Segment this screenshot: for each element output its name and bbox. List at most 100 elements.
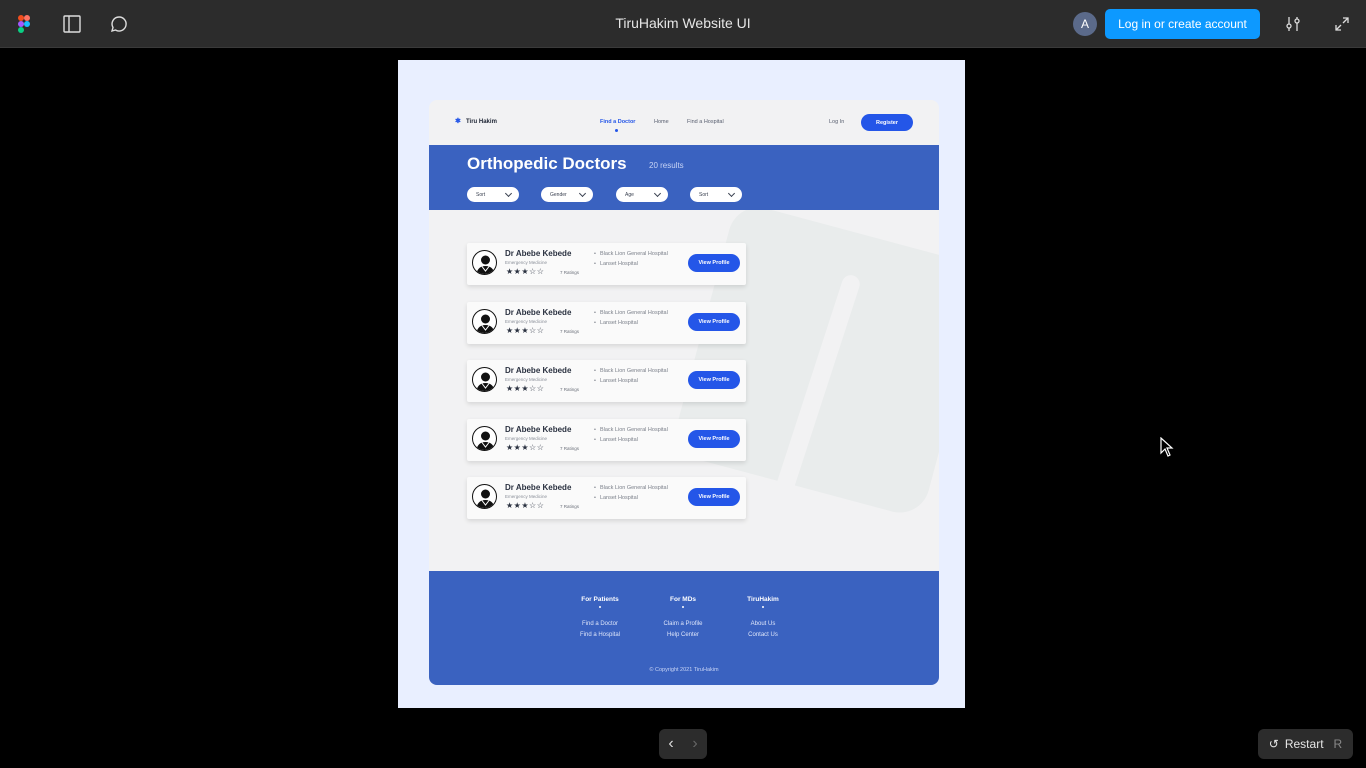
doctor-avatar (472, 309, 497, 334)
comment-icon[interactable] (107, 12, 131, 36)
hospital-item: Lanset Hospital (594, 261, 638, 267)
hospital-item: Black Lion General Hospital (594, 368, 668, 374)
active-indicator (615, 129, 618, 132)
restart-button[interactable]: ↺ Restart R (1258, 729, 1353, 759)
prototype-frame: ✱ Tiru Hakim Find a Doctor Home Find a H… (398, 60, 965, 708)
footer-heading: TiruHakim (747, 596, 779, 603)
footer-heading-dot (762, 606, 764, 608)
view-profile-button[interactable]: View Profile (688, 371, 740, 389)
star-rating-icon: ★★★☆☆ (506, 384, 545, 393)
doctor-specialty: Emergency Medicine (505, 436, 548, 441)
doctor-specialty: Emergency Medicine (505, 319, 548, 324)
filter-gender-dropdown[interactable]: Gender (541, 187, 593, 202)
ratings-count: 7 Ratings (560, 270, 580, 275)
filter-sort-dropdown[interactable]: Sort (467, 187, 519, 202)
view-profile-button[interactable]: View Profile (688, 313, 740, 331)
filter-label: Sort (476, 191, 486, 198)
chevron-down-icon (653, 189, 662, 197)
site-logo[interactable]: ✱ Tiru Hakim (455, 118, 497, 125)
view-profile-button[interactable]: View Profile (688, 430, 740, 448)
view-profile-button[interactable]: View Profile (688, 488, 740, 506)
hospital-item: Lanset Hospital (594, 320, 638, 326)
login-or-create-account-button[interactable]: Log in or create account (1105, 9, 1260, 39)
footer-link[interactable]: Claim a Profile (643, 621, 723, 627)
filter-label: Gender (550, 191, 567, 198)
footer-link[interactable]: Find a Hospital (560, 632, 640, 638)
website-page: ✱ Tiru Hakim Find a Doctor Home Find a H… (429, 100, 939, 685)
logo-icon: ✱ (455, 118, 461, 125)
doctor-specialty: Emergency Medicine (505, 260, 548, 265)
results-count: 20 results (649, 161, 684, 170)
nav-login[interactable]: Log In (829, 119, 844, 125)
settings-sliders-icon[interactable] (1281, 12, 1305, 36)
footer-heading-dot (599, 606, 601, 608)
doctor-card[interactable]: Dr Abebe Kebede Emergency Medicine ★★★☆☆ 7 … (467, 302, 746, 344)
star-rating-icon: ★★★☆☆ (506, 443, 545, 452)
next-frame-button[interactable]: › (692, 735, 697, 753)
star-rating-icon: ★★★☆☆ (506, 501, 545, 510)
star-rating-icon: ★★★☆☆ (506, 326, 545, 335)
restart-label: Restart (1284, 737, 1324, 751)
doctor-card[interactable]: Dr Abebe Kebede Emergency Medicine ★★★☆☆ 7 … (467, 360, 746, 402)
doctor-name[interactable]: Dr Abebe Kebede (505, 483, 571, 492)
doctor-name[interactable]: Dr Abebe Kebede (505, 366, 571, 375)
chevron-down-icon (504, 189, 513, 197)
user-avatar[interactable]: A (1073, 12, 1097, 36)
ratings-count: 7 Ratings (560, 387, 580, 392)
footer-column-patients: For Patients Find a Doctor Find a Hospit… (560, 596, 640, 643)
sidebar-toggle-icon[interactable] (60, 12, 84, 36)
star-rating-icon: ★★★☆☆ (506, 267, 545, 276)
filter-sort-2-dropdown[interactable]: Sort (690, 187, 742, 202)
filter-age-dropdown[interactable]: Age (616, 187, 668, 202)
hospital-item: Lanset Hospital (594, 378, 638, 384)
doctor-name[interactable]: Dr Abebe Kebede (505, 425, 571, 434)
doctor-card[interactable]: Dr Abebe Kebede Emergency Medicine ★★★☆☆ 7 … (467, 243, 746, 285)
logo-text: Tiru Hakim (466, 118, 497, 125)
filter-label: Sort (699, 191, 709, 198)
hospital-item: Black Lion General Hospital (594, 485, 668, 491)
figma-toolbar: TiruHakim Website UI A Log in or create … (0, 0, 1366, 48)
ratings-count: 7 Ratings (560, 329, 580, 334)
hospital-item: Black Lion General Hospital (594, 251, 668, 257)
register-button[interactable]: Register (861, 114, 913, 131)
doctor-specialty: Emergency Medicine (505, 377, 548, 382)
results-header: Orthopedic Doctors 20 results Sort Gende… (429, 145, 939, 210)
doctor-card[interactable]: Dr Abebe Kebede Emergency Medicine ★★★☆☆ 7 … (467, 419, 746, 461)
footer-link[interactable]: Find a Doctor (560, 621, 640, 627)
filter-label: Age (625, 191, 634, 198)
footer-link[interactable]: About Us (723, 621, 803, 627)
hospital-item: Black Lion General Hospital (594, 427, 668, 433)
doctor-name[interactable]: Dr Abebe Kebede (505, 308, 571, 317)
expand-icon[interactable] (1330, 12, 1354, 36)
doctor-name[interactable]: Dr Abebe Kebede (505, 249, 571, 258)
nav-find-a-hospital[interactable]: Find a Hospital (687, 119, 724, 125)
doctor-avatar (472, 250, 497, 275)
nav-home[interactable]: Home (654, 119, 669, 125)
restart-shortcut-key: R (1333, 737, 1343, 751)
mouse-cursor-icon (1160, 437, 1174, 457)
hospital-item: Lanset Hospital (594, 437, 638, 443)
nav-find-a-doctor[interactable]: Find a Doctor (600, 119, 635, 125)
footer-heading: For Patients (581, 596, 619, 603)
chevron-down-icon (727, 189, 736, 197)
doctor-avatar (472, 367, 497, 392)
footer-link[interactable]: Contact Us (723, 632, 803, 638)
doctor-card[interactable]: Dr Abebe Kebede Emergency Medicine ★★★☆☆ 7 … (467, 477, 746, 519)
footer-heading-dot (682, 606, 684, 608)
prototype-pager: ‹ › (659, 729, 707, 759)
footer-column-mds: For MDs Claim a Profile Help Center (643, 596, 723, 643)
figma-logo-icon[interactable] (12, 12, 36, 36)
chevron-down-icon (578, 189, 587, 197)
view-profile-button[interactable]: View Profile (688, 254, 740, 272)
footer-column-tiruhakim: TiruHakim About Us Contact Us (723, 596, 803, 643)
page-title: Orthopedic Doctors (467, 154, 627, 173)
footer-heading: For MDs (670, 596, 696, 603)
previous-frame-button[interactable]: ‹ (668, 735, 673, 753)
ratings-count: 7 Ratings (560, 504, 580, 509)
doctor-specialty: Emergency Medicine (505, 494, 548, 499)
ratings-count: 7 Ratings (560, 446, 580, 451)
footer-link[interactable]: Help Center (643, 632, 723, 638)
hospital-item: Black Lion General Hospital (594, 310, 668, 316)
site-navbar: ✱ Tiru Hakim Find a Doctor Home Find a H… (429, 100, 939, 145)
site-footer: For Patients Find a Doctor Find a Hospit… (429, 571, 939, 685)
